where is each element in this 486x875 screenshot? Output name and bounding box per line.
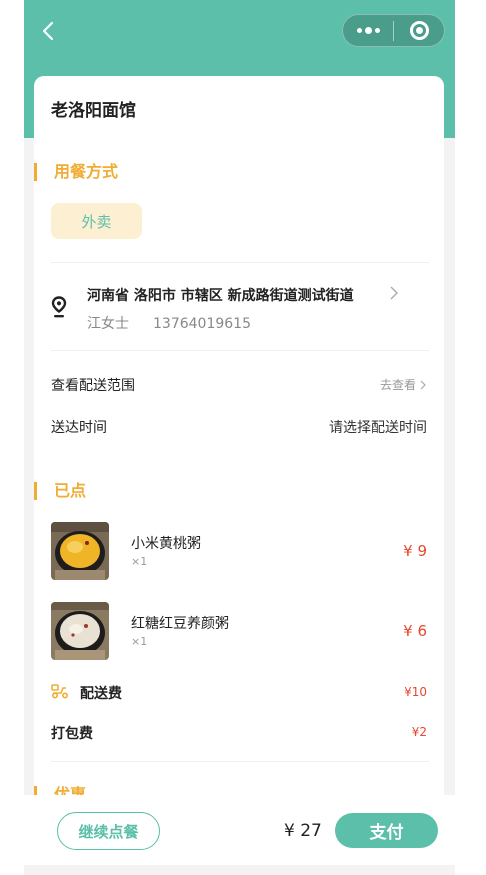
target-icon — [409, 21, 429, 40]
food-image — [51, 522, 109, 580]
close-miniprogram-button[interactable] — [394, 15, 444, 46]
pay-button[interactable]: 支付 — [335, 813, 438, 848]
contact-info: 江女士 13764019615 — [87, 313, 251, 333]
chevron-right-icon — [390, 286, 398, 300]
back-button[interactable] — [36, 18, 60, 44]
checkout-bar: 继续点餐 ¥ 27 支付 — [24, 795, 455, 865]
section-title-ordered: 已点 — [34, 482, 86, 500]
bottom-strip — [24, 865, 455, 875]
food-image — [51, 602, 109, 660]
item-name: 小米黄桃粥 — [131, 536, 201, 552]
delivery-fee-price: ¥10 — [404, 685, 427, 699]
contact-phone: 13764019615 — [153, 316, 251, 332]
phone-screen: 老洛阳面馆 用餐方式 外卖 河南省 洛阳市 市辖区 新成路街道测试街道 江女士 1… — [24, 0, 455, 875]
address-text: 河南省 洛阳市 市辖区 新成路街道测试街道 — [87, 288, 354, 304]
order-total: ¥ 27 — [284, 821, 322, 841]
divider — [51, 350, 429, 351]
item-quantity: ×1 — [131, 555, 148, 568]
section-title-dining: 用餐方式 — [34, 163, 118, 181]
divider — [51, 761, 429, 762]
item-price: ¥ 9 — [403, 542, 427, 560]
order-card: 老洛阳面馆 用餐方式 外卖 河南省 洛阳市 市辖区 新成路街道测试街道 江女士 1… — [34, 76, 444, 804]
location-pin-icon — [51, 296, 67, 318]
contact-name: 江女士 — [87, 316, 129, 332]
chevron-right-icon — [420, 380, 426, 389]
delivery-fee-label: 配送费 — [80, 686, 122, 702]
more-button[interactable] — [343, 15, 393, 46]
continue-ordering-button[interactable]: 继续点餐 — [57, 812, 160, 850]
item-price: ¥ 6 — [403, 622, 427, 640]
view-delivery-range-link[interactable]: 去查看 — [380, 376, 427, 393]
delivery-time-select[interactable]: 请选择配送时间 — [329, 417, 427, 437]
delivery-range-label: 查看配送范围 — [51, 378, 135, 394]
mini-program-capsule — [342, 14, 445, 47]
more-dots-icon — [356, 27, 380, 34]
chevron-left-icon — [42, 21, 54, 41]
scooter-icon — [51, 684, 69, 699]
delivery-time-label: 送达时间 — [51, 420, 107, 436]
shop-name: 老洛阳面馆 — [51, 101, 136, 121]
item-name: 红糖红豆养颜粥 — [131, 616, 229, 632]
item-quantity: ×1 — [131, 635, 148, 648]
view-link-label: 去查看 — [379, 378, 416, 392]
dining-mode-tag[interactable]: 外卖 — [51, 203, 142, 239]
divider — [51, 262, 429, 263]
packing-fee-label: 打包费 — [51, 726, 93, 742]
packing-fee-price: ¥2 — [411, 725, 427, 739]
